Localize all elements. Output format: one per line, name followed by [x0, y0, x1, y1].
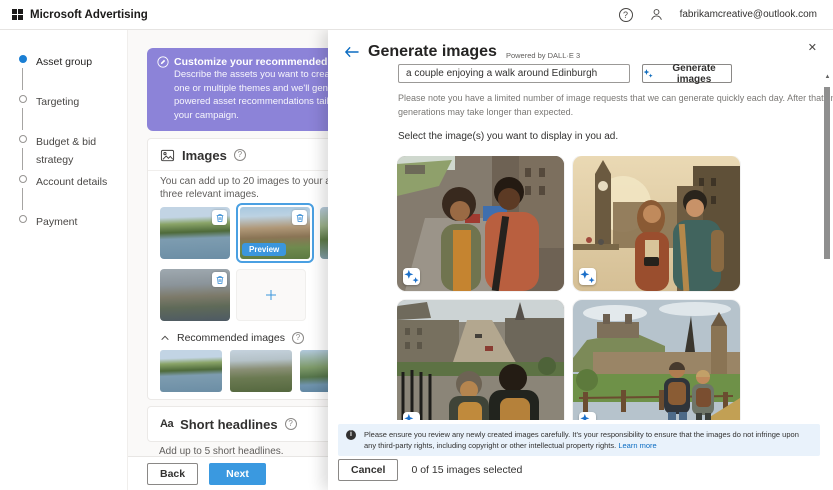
image-icon	[160, 148, 175, 163]
step-dot	[19, 215, 27, 223]
person-icon[interactable]	[649, 7, 664, 22]
delete-image-button[interactable]	[212, 272, 227, 287]
recommended-images-help-icon[interactable]: ?	[292, 332, 304, 344]
chevron-up-icon[interactable]	[160, 334, 170, 342]
learn-more-link[interactable]: Learn more	[618, 441, 656, 450]
selection-status: 0 of 15 images selected	[411, 464, 522, 476]
generated-images-grid	[397, 156, 743, 420]
ai-generated-badge-icon	[403, 268, 420, 285]
ai-generated-badge-icon	[403, 412, 420, 420]
back-button[interactable]: Back	[147, 463, 198, 485]
select-instruction: Select the image(s) you want to display …	[398, 131, 618, 142]
help-icon[interactable]: ?	[619, 8, 633, 22]
step-connector	[22, 188, 23, 210]
rate-limit-note: Please note you have a limited number of…	[398, 91, 833, 119]
recommended-images-label: Recommended images	[177, 332, 285, 344]
stepper-item-budget-bid-strategy[interactable]: Budget & bid strategy	[0, 132, 127, 172]
plus-icon	[264, 288, 278, 302]
step-connector	[22, 148, 23, 170]
generated-photo	[573, 156, 740, 291]
delete-image-button[interactable]	[212, 210, 227, 225]
scrollbar-thumb[interactable]	[824, 87, 830, 259]
short-headlines-help-icon[interactable]: ?	[285, 418, 297, 430]
step-connector	[22, 68, 23, 90]
cancel-button[interactable]: Cancel	[338, 459, 398, 481]
step-dot	[19, 95, 27, 103]
delete-image-button[interactable]	[292, 210, 307, 225]
campaign-stepper: Asset group Targeting Budget & bid strat…	[0, 30, 128, 490]
images-section-title: Images	[182, 148, 227, 163]
powered-by-label: Powered by DALL·E 3	[506, 51, 580, 60]
generated-image-3[interactable]	[397, 300, 564, 420]
generated-image-1[interactable]	[397, 156, 564, 291]
sparkle-icon	[643, 68, 653, 79]
close-icon[interactable]: ✕	[808, 43, 817, 54]
ai-generated-badge-icon	[579, 268, 596, 285]
ad-image-thumbnail[interactable]	[160, 207, 230, 259]
step-connector	[22, 108, 23, 130]
stepper-item-account-details[interactable]: Account details	[0, 172, 127, 212]
recommended-image-thumbnail[interactable]	[160, 350, 222, 392]
panel-scrollbar[interactable]: ▲	[823, 74, 832, 488]
pen-circle-icon	[157, 56, 169, 68]
text-style-icon: Aa	[160, 418, 173, 430]
prompt-input[interactable]	[398, 64, 630, 83]
generated-photo	[397, 156, 564, 291]
app-window: Microsoft Advertising ? fabrikamcreative…	[0, 0, 833, 490]
step-dot-active	[19, 55, 27, 63]
top-bar: Microsoft Advertising ? fabrikamcreative…	[0, 0, 833, 30]
generated-image-4[interactable]	[573, 300, 740, 420]
microsoft-logo-icon	[12, 9, 24, 21]
ad-image-thumbnail-selected[interactable]: Preview	[236, 203, 314, 263]
panel-title: Generate images	[368, 43, 497, 61]
images-help-icon[interactable]: ?	[234, 149, 246, 161]
preview-badge: Preview	[242, 243, 286, 256]
generate-images-panel: Generate images Powered by DALL·E 3 ✕ Ge…	[328, 30, 833, 490]
account-email[interactable]: fabrikamcreative@outlook.com	[680, 9, 817, 20]
ad-image-thumbnail[interactable]	[160, 269, 230, 321]
ai-generated-badge-icon	[579, 412, 596, 420]
brand-home-link[interactable]: Microsoft Advertising	[12, 9, 148, 21]
stepper-item-targeting[interactable]: Targeting	[0, 92, 127, 132]
generated-photo	[573, 300, 740, 420]
short-headlines-title: Short headlines	[180, 417, 278, 432]
review-notice: i Please ensure you review any newly cre…	[338, 424, 820, 456]
stepper-item-payment[interactable]: Payment	[0, 212, 127, 252]
add-image-button[interactable]	[236, 269, 306, 321]
notice-text: Please ensure you review any newly creat…	[364, 430, 799, 450]
generate-images-label: Generate images	[657, 63, 731, 85]
next-button[interactable]: Next	[209, 463, 266, 485]
back-arrow-icon[interactable]	[344, 46, 359, 58]
step-dot	[19, 175, 27, 183]
brand-label: Microsoft Advertising	[30, 9, 148, 21]
recommended-image-thumbnail[interactable]	[230, 350, 292, 392]
step-dot	[19, 135, 27, 143]
generated-image-2[interactable]	[573, 156, 740, 291]
generate-images-button[interactable]: Generate images	[642, 64, 732, 83]
stepper-item-asset-group[interactable]: Asset group	[0, 52, 127, 92]
generated-photo	[397, 300, 564, 420]
info-icon: i	[346, 430, 356, 440]
scrollbar-up-arrow-icon[interactable]: ▲	[823, 74, 832, 80]
panel-footer: Cancel 0 of 15 images selected	[338, 459, 522, 481]
